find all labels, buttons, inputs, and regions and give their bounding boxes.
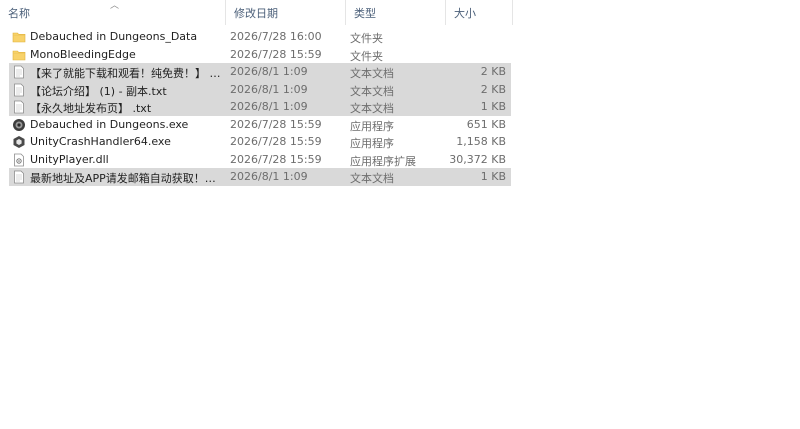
file-row[interactable]: Debauched in Dungeons_Data 2026/7/28 16:…: [9, 28, 511, 46]
file-type: 文本文档: [350, 67, 394, 80]
file-type: 文本文档: [350, 102, 394, 115]
column-header-name-label: 名称: [8, 6, 30, 20]
game-exe-icon: [12, 118, 26, 132]
file-size: 1 KB: [480, 170, 506, 183]
file-type: 应用程序: [350, 137, 394, 150]
column-header-type[interactable]: 类型: [346, 0, 446, 25]
folder-icon: [12, 48, 26, 62]
file-size: 1 KB: [480, 100, 506, 113]
column-header-bar: 名称 ︿ 修改日期 类型 大小: [0, 0, 515, 25]
file-name: MonoBleedingEdge: [30, 47, 136, 61]
column-header-type-label: 类型: [354, 6, 376, 20]
file-name: UnityPlayer.dll: [30, 152, 109, 166]
file-list: Debauched in Dungeons_Data 2026/7/28 16:…: [9, 28, 511, 186]
file-date: 2026/7/28 15:59: [230, 152, 322, 166]
file-row[interactable]: UnityCrashHandler64.exe 2026/7/28 15:59 …: [9, 133, 511, 151]
file-size: 1,158 KB: [456, 135, 506, 148]
file-date: 2026/8/1 1:09: [230, 170, 308, 183]
file-name: UnityCrashHandler64.exe: [30, 135, 171, 148]
file-date: 2026/7/28 15:59: [230, 47, 322, 61]
file-row[interactable]: UnityPlayer.dll 2026/7/28 15:59 应用程序扩展 3…: [9, 151, 511, 169]
file-type: 应用程序扩展: [350, 154, 416, 168]
file-date: 2026/8/1 1:09: [230, 100, 308, 113]
file-size: 30,372 KB: [449, 152, 506, 166]
file-row[interactable]: 【来了就能下载和观看！纯免费！】 - 副... 2026/8/1 1:09 文本…: [9, 63, 511, 81]
file-date: 2026/7/28 15:59: [230, 135, 322, 148]
file-row[interactable]: 【永久地址发布页】 .txt 2026/8/1 1:09 文本文档 1 KB: [9, 98, 511, 116]
sort-up-icon: ︿: [110, 1, 120, 11]
file-date: 2026/7/28 16:00: [230, 30, 322, 43]
file-date: 2026/7/28 15:59: [230, 117, 322, 131]
file-type: 文件夹: [350, 32, 383, 45]
column-header-date-label: 修改日期: [234, 6, 278, 20]
document-icon: [12, 100, 26, 114]
file-name: 【来了就能下载和观看！纯免费！】 - 副...: [30, 67, 223, 80]
file-size: 2 KB: [480, 65, 506, 78]
column-header-name[interactable]: 名称 ︿: [0, 0, 226, 25]
file-name: Debauched in Dungeons.exe: [30, 117, 189, 131]
file-name: 【论坛介绍】 (1) - 副本.txt: [30, 84, 167, 98]
column-header-size-label: 大小: [454, 6, 476, 20]
file-size: 651 KB: [466, 117, 506, 131]
document-icon: [12, 170, 26, 184]
file-name: 【永久地址发布页】 .txt: [30, 102, 152, 115]
file-type: 文本文档: [350, 84, 394, 98]
unity-exe-icon: [12, 135, 26, 149]
column-header-date[interactable]: 修改日期: [226, 0, 346, 25]
folder-icon: [12, 30, 26, 44]
file-type: 应用程序: [350, 119, 394, 133]
file-type: 文件夹: [350, 49, 383, 63]
document-icon: [12, 83, 26, 97]
dll-icon: [12, 153, 26, 167]
file-row[interactable]: 最新地址及APP请发邮箱自动获取！！！... 2026/8/1 1:09 文本文…: [9, 168, 511, 186]
file-row[interactable]: 【论坛介绍】 (1) - 副本.txt 2026/8/1 1:09 文本文档 2…: [9, 80, 511, 98]
file-name: Debauched in Dungeons_Data: [30, 30, 198, 43]
file-type: 文本文档: [350, 172, 394, 185]
column-header-size[interactable]: 大小: [446, 0, 513, 25]
file-explorer: 名称 ︿ 修改日期 类型 大小 Debauched in Dungeons_Da…: [0, 0, 800, 429]
file-date: 2026/8/1 1:09: [230, 82, 308, 96]
document-icon: [12, 65, 26, 79]
file-name: 最新地址及APP请发邮箱自动获取！！！...: [30, 172, 223, 185]
file-row[interactable]: MonoBleedingEdge 2026/7/28 15:59 文件夹: [9, 46, 511, 64]
file-row[interactable]: Debauched in Dungeons.exe 2026/7/28 15:5…: [9, 116, 511, 134]
file-date: 2026/8/1 1:09: [230, 65, 308, 78]
file-size: 2 KB: [480, 82, 506, 96]
